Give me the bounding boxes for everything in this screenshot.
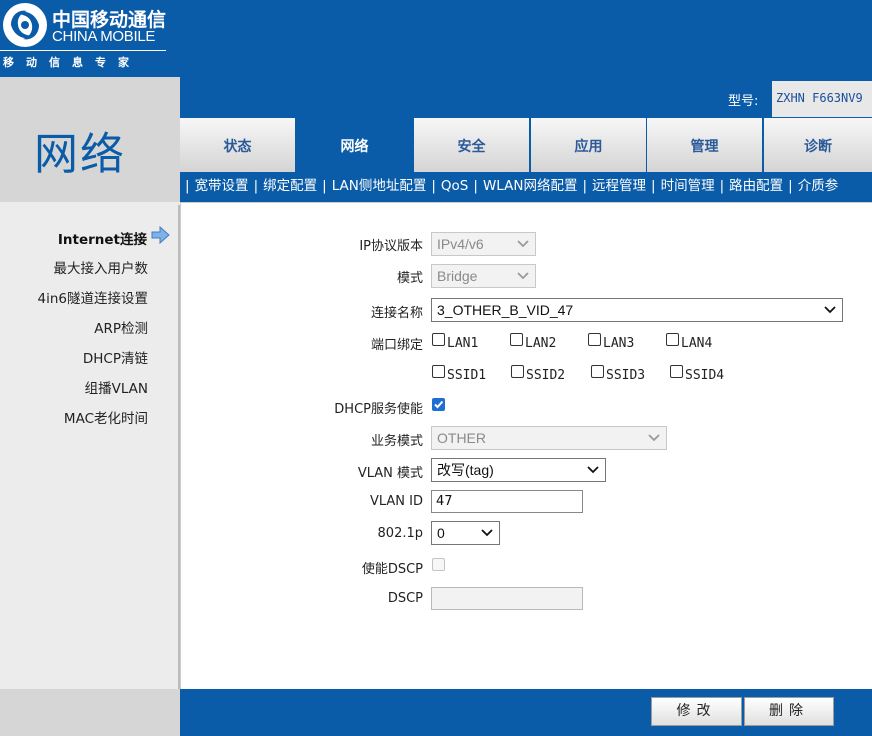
chevron-down-icon bbox=[481, 529, 493, 537]
logo-english-name: CHINA MOBILE bbox=[52, 28, 156, 45]
ssid2-checkbox[interactable] bbox=[511, 365, 524, 378]
service-mode-value: OTHER bbox=[437, 430, 486, 446]
chevron-down-icon bbox=[648, 434, 660, 442]
conn-name-value: 3_OTHER_B_VID_47 bbox=[437, 302, 574, 318]
dot1p-value: 0 bbox=[437, 525, 445, 541]
port-bind-label: 端口绑定 bbox=[370, 338, 423, 353]
china-mobile-logo: 中国移动通信 CHINA MOBILE 移动信息专家 bbox=[0, 0, 168, 70]
sidebar-item-dhcp-clear[interactable]: DHCP清链 bbox=[83, 347, 148, 367]
tab-application[interactable]: 应用 bbox=[531, 118, 646, 172]
sidebar-item-max-users[interactable]: 最大接入用户数 bbox=[54, 257, 149, 277]
tab-network[interactable]: 网络 bbox=[297, 118, 412, 172]
delete-button[interactable]: 删除 bbox=[744, 697, 834, 726]
lan2-label: LAN2 bbox=[525, 336, 557, 351]
sidebar-item-arp[interactable]: ARP检测 bbox=[94, 317, 148, 337]
subnav-separator: | bbox=[719, 178, 725, 194]
logo-slogan: 移动信息专家 bbox=[3, 56, 141, 69]
sidebar-item-internet[interactable]: Internet连接 bbox=[58, 228, 147, 248]
lan4-checkbox[interactable] bbox=[666, 333, 679, 346]
tab-management[interactable]: 管理 bbox=[647, 118, 762, 172]
lan3-checkbox[interactable] bbox=[588, 333, 601, 346]
subnav-broadband[interactable]: 宽带设置 bbox=[195, 172, 249, 200]
logo-divider bbox=[0, 50, 166, 51]
ssid3-label: SSID3 bbox=[606, 368, 646, 383]
subnav-binding[interactable]: 绑定配置 bbox=[263, 172, 317, 200]
ssid2-label: SSID2 bbox=[526, 368, 566, 383]
subnav-separator: | bbox=[253, 178, 259, 194]
arrow-right-icon bbox=[151, 226, 170, 244]
model-label: 型号: bbox=[728, 94, 759, 109]
chevron-down-icon bbox=[824, 306, 836, 314]
lan4-label: LAN4 bbox=[681, 336, 713, 351]
chevron-down-icon bbox=[517, 272, 529, 280]
subnav-separator: | bbox=[651, 178, 656, 194]
model-value: ZXHN F663NV9 bbox=[776, 91, 863, 105]
tab-status[interactable]: 状态 bbox=[180, 118, 295, 172]
lan1-label: LAN1 bbox=[447, 336, 479, 351]
section-title: 网络 bbox=[34, 129, 126, 180]
tab-security[interactable]: 安全 bbox=[414, 118, 529, 172]
subnav-separator: | bbox=[431, 178, 436, 194]
mode-select[interactable]: Bridge bbox=[431, 264, 536, 288]
subnav-separator: | bbox=[582, 178, 588, 194]
dscp-enable-label: 使能DSCP bbox=[361, 562, 423, 577]
ssid4-label: SSID4 bbox=[685, 368, 725, 383]
tab-diagnostics[interactable]: 诊断 bbox=[764, 118, 872, 172]
dot1p-label: 802.1p bbox=[377, 526, 423, 541]
subnav-separator: | bbox=[185, 178, 190, 194]
sub-navigation: | 宽带设置 | 绑定配置 | LAN侧地址配置 | QoS | WLAN网络配置 | 远程管理 | 时间… bbox=[180, 172, 872, 200]
check-icon bbox=[434, 400, 444, 409]
mode-label: 模式 bbox=[396, 271, 423, 286]
service-mode-select[interactable]: OTHER bbox=[431, 426, 667, 450]
ip-version-value: IPv4/v6 bbox=[437, 236, 484, 252]
lan3-label: LAN3 bbox=[603, 336, 635, 351]
modify-button[interactable]: 修改 bbox=[651, 697, 742, 726]
lan1-checkbox[interactable] bbox=[432, 333, 445, 346]
vlan-id-input[interactable]: 47 bbox=[431, 490, 583, 513]
vlan-mode-select[interactable]: 改写(tag) bbox=[431, 458, 606, 482]
dscp-label: DSCP bbox=[387, 591, 423, 606]
footer-left-panel bbox=[0, 689, 180, 736]
conn-name-label: 连接名称 bbox=[370, 306, 423, 321]
ssid1-checkbox[interactable] bbox=[432, 365, 445, 378]
ip-version-label: IP协议版本 bbox=[359, 239, 423, 254]
sidebar-item-mac-aging[interactable]: MAC老化时间 bbox=[64, 407, 148, 427]
subnav-separator: | bbox=[322, 178, 327, 194]
subnav-separator: | bbox=[788, 178, 793, 194]
sidebar-item-multicast-vlan[interactable]: 组播VLAN bbox=[85, 377, 148, 397]
lan2-checkbox[interactable] bbox=[510, 333, 523, 346]
vlan-mode-value: 改写(tag) bbox=[437, 462, 494, 478]
subnav-lan-address[interactable]: LAN侧地址配置 bbox=[332, 172, 427, 200]
ip-version-select[interactable]: IPv4/v6 bbox=[431, 232, 536, 256]
subnav-qos[interactable]: QoS bbox=[441, 172, 468, 200]
dhcp-enable-checkbox[interactable] bbox=[432, 398, 445, 411]
vlan-mode-label: VLAN 模式 bbox=[357, 466, 423, 481]
subnav-separator: | bbox=[473, 178, 478, 194]
service-mode-label: 业务模式 bbox=[370, 434, 423, 449]
subnav-wlan[interactable]: WLAN网络配置 bbox=[483, 172, 578, 200]
ssid1-label: SSID1 bbox=[447, 368, 487, 383]
conn-name-select[interactable]: 3_OTHER_B_VID_47 bbox=[431, 298, 843, 322]
dhcp-enable-label: DHCP服务使能 bbox=[334, 402, 423, 417]
router-admin-page: 中国移动通信 CHINA MOBILE 移动信息专家 网络 型号: ZXHN F… bbox=[0, 0, 872, 736]
top-header: 中国移动通信 CHINA MOBILE 移动信息专家 bbox=[0, 0, 872, 77]
subnav-time-management[interactable]: 时间管理 bbox=[661, 172, 715, 200]
dot1p-select[interactable]: 0 bbox=[431, 521, 500, 545]
dscp-input[interactable] bbox=[431, 587, 583, 610]
subnav-remote-management[interactable]: 远程管理 bbox=[592, 172, 646, 200]
china-mobile-logo-icon bbox=[3, 3, 47, 47]
chevron-down-icon bbox=[587, 466, 599, 474]
chevron-down-icon bbox=[517, 240, 529, 248]
dscp-enable-checkbox[interactable] bbox=[432, 558, 445, 571]
subnav-routing[interactable]: 路由配置 bbox=[729, 172, 783, 200]
ssid3-checkbox[interactable] bbox=[591, 365, 604, 378]
sidebar-item-4in6-tunnel[interactable]: 4in6隧道连接设置 bbox=[38, 287, 149, 307]
mode-value: Bridge bbox=[437, 268, 478, 284]
subnav-media[interactable]: 介质参 bbox=[798, 172, 839, 200]
ssid4-checkbox[interactable] bbox=[670, 365, 683, 378]
vlan-id-label: VLAN ID bbox=[369, 494, 423, 509]
